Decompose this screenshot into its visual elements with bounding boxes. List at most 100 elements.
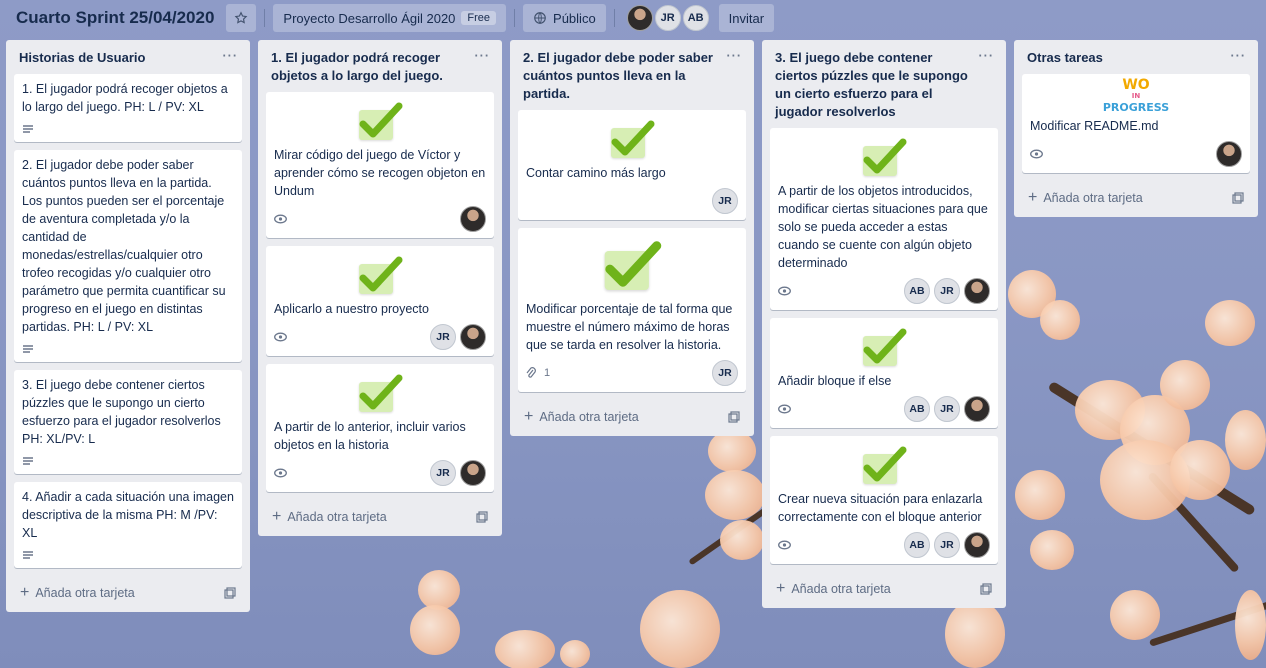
add-card-button[interactable]: + Añada otra tarjeta [770, 572, 998, 602]
checkmark-icon [857, 134, 911, 178]
board-title[interactable]: Cuarto Sprint 25/04/2020 [10, 3, 220, 33]
card[interactable]: A partir de lo anterior, incluir varios … [266, 364, 494, 492]
eye-icon [778, 540, 791, 550]
list-menu-icon[interactable]: ··· [727, 49, 743, 63]
template-icon[interactable] [980, 583, 992, 595]
list-menu-icon[interactable]: ··· [223, 49, 239, 63]
star-button[interactable] [226, 4, 257, 32]
card-cover [778, 134, 990, 178]
invite-button[interactable]: Invitar [718, 4, 775, 32]
plus-icon: + [272, 508, 282, 525]
card-title: Modificar README.md [1030, 119, 1159, 133]
list-menu-icon[interactable]: ··· [1231, 49, 1247, 63]
member-avatar-ab[interactable]: AB [682, 5, 709, 31]
list-menu-icon[interactable]: ··· [475, 49, 491, 63]
list-header: 3. El juego debe contener ciertos púzzle… [770, 40, 998, 128]
list-title[interactable]: Otras tareas [1027, 49, 1227, 67]
list-historias: Historias de Usuario ··· 1. El jugador p… [6, 40, 250, 612]
list-recoger-objetos: 1. El jugador podrá recoger objetos a lo… [258, 40, 502, 536]
card-title: 4. Añadir a cada situación una imagen de… [22, 490, 234, 540]
list-header: 1. El jugador podrá recoger objetos a lo… [266, 40, 494, 92]
card[interactable]: Añadir bloque if else AB JR [770, 318, 998, 428]
plus-icon: + [776, 580, 786, 597]
member-avatar[interactable]: JR [712, 360, 738, 386]
list-title[interactable]: 1. El jugador podrá recoger objetos a lo… [271, 49, 471, 85]
member-avatar[interactable]: JR [430, 460, 456, 486]
add-card-button[interactable]: + Añada otra tarjeta [518, 400, 746, 430]
card-title: 3. El juego debe contener ciertos púzzle… [22, 378, 221, 446]
member-avatar[interactable]: AB [904, 278, 930, 304]
globe-icon [534, 12, 546, 24]
member-avatar-photo[interactable] [964, 532, 990, 558]
team-button[interactable]: Proyecto Desarrollo Ágil 2020 Free [273, 4, 507, 32]
board-members: JR AB [626, 5, 709, 31]
description-icon [23, 345, 33, 353]
member-avatar-photo[interactable] [460, 324, 486, 350]
card-cover [778, 324, 990, 368]
template-icon[interactable] [1232, 192, 1244, 204]
card[interactable]: A partir de los objetos introducidos, mo… [770, 128, 998, 310]
description-icon [23, 457, 33, 465]
card[interactable]: 2. El jugador debe poder saber cuántos p… [14, 150, 242, 362]
card[interactable]: 4. Añadir a cada situación una imagen de… [14, 482, 242, 568]
visibility-button[interactable]: Público [523, 4, 606, 32]
add-card-label: Añada otra tarjeta [1043, 191, 1143, 205]
card-title: A partir de los objetos introducidos, mo… [778, 184, 988, 270]
member-avatar-photo[interactable] [626, 5, 653, 31]
list-menu-icon[interactable]: ··· [979, 49, 995, 63]
member-avatar[interactable]: AB [904, 396, 930, 422]
member-avatar[interactable]: AB [904, 532, 930, 558]
member-avatar[interactable]: JR [712, 188, 738, 214]
card-title: A partir de lo anterior, incluir varios … [274, 420, 466, 452]
card[interactable]: Contar camino más largo JR [518, 110, 746, 220]
visibility-label: Público [553, 10, 596, 26]
card-title: 1. El jugador podrá recoger objetos a lo… [22, 82, 228, 114]
member-avatar-photo[interactable] [460, 206, 486, 232]
card[interactable]: 3. El juego debe contener ciertos púzzle… [14, 370, 242, 474]
card-title: Crear nueva situación para enlazarla cor… [778, 492, 983, 524]
member-avatar[interactable]: JR [934, 396, 960, 422]
card[interactable]: Modificar porcentaje de tal forma que mu… [518, 228, 746, 392]
team-plan-badge: Free [461, 11, 497, 25]
checkmark-icon [353, 252, 407, 296]
card-cover [274, 252, 486, 296]
member-avatar-photo[interactable] [964, 396, 990, 422]
add-card-button[interactable]: + Añada otra tarjeta [14, 576, 242, 606]
card-title: Añadir bloque if else [778, 374, 892, 388]
add-card-button[interactable]: + Añada otra tarjeta [1022, 181, 1250, 211]
member-avatar[interactable]: JR [934, 278, 960, 304]
card[interactable]: WO IN PROGRESS Modificar README.md [1022, 74, 1250, 173]
member-avatar-photo[interactable] [460, 460, 486, 486]
add-card-label: Añada otra tarjeta [35, 586, 135, 600]
list-header: Historias de Usuario ··· [14, 40, 242, 74]
template-icon[interactable] [224, 587, 236, 599]
template-icon[interactable] [476, 511, 488, 523]
add-card-button[interactable]: + Añada otra tarjeta [266, 500, 494, 530]
add-card-label: Añada otra tarjeta [791, 582, 891, 596]
card[interactable]: 1. El jugador podrá recoger objetos a lo… [14, 74, 242, 142]
card[interactable]: Crear nueva situación para enlazarla cor… [770, 436, 998, 564]
template-icon[interactable] [728, 411, 740, 423]
add-card-label: Añada otra tarjeta [287, 510, 387, 524]
checkmark-icon [605, 116, 659, 160]
member-avatar[interactable]: JR [934, 532, 960, 558]
eye-icon [274, 214, 287, 224]
list-title[interactable]: 2. El jugador debe poder saber cuántos p… [523, 49, 723, 103]
member-avatar-photo[interactable] [964, 278, 990, 304]
member-avatar-jr[interactable]: JR [654, 5, 681, 31]
list-puntos: 2. El jugador debe poder saber cuántos p… [510, 40, 754, 436]
list-title[interactable]: 3. El juego debe contener ciertos púzzle… [775, 49, 975, 121]
list-title[interactable]: Historias de Usuario [19, 49, 219, 67]
attachment-count: 1 [544, 367, 551, 379]
card-title: Mirar código del juego de Víctor y apren… [274, 148, 486, 198]
plus-icon: + [524, 408, 534, 425]
member-avatar-photo[interactable] [1216, 141, 1242, 167]
eye-icon [274, 332, 287, 342]
member-avatar[interactable]: JR [430, 324, 456, 350]
card-title: Aplicarlo a nuestro proyecto [274, 302, 429, 316]
card[interactable]: Aplicarlo a nuestro proyecto JR [266, 246, 494, 356]
eye-icon [1030, 149, 1043, 159]
card[interactable]: Mirar código del juego de Víctor y apren… [266, 92, 494, 238]
header-divider [264, 9, 266, 27]
eye-icon [778, 286, 791, 296]
